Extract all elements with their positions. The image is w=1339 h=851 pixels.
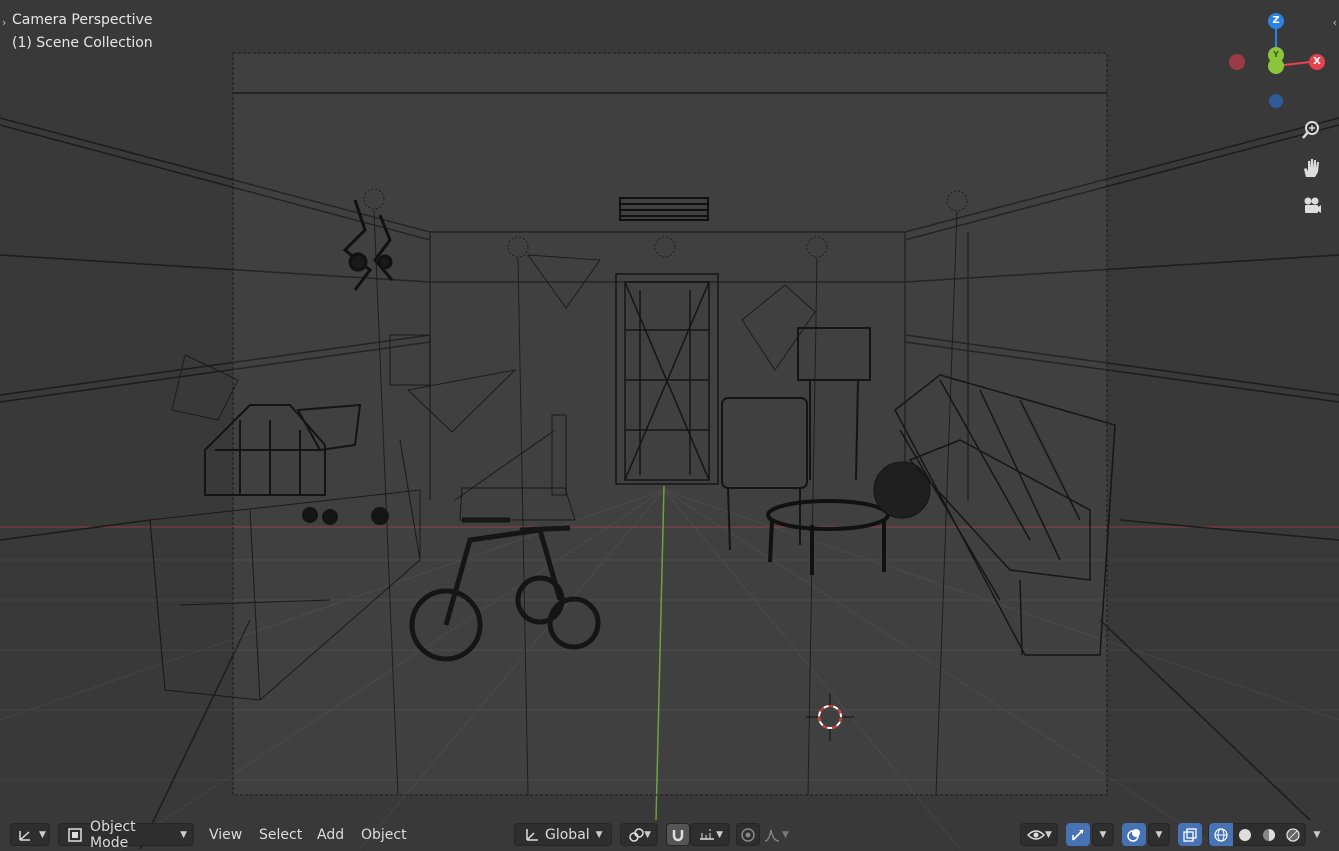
zoom-icon[interactable] [1297, 116, 1325, 144]
ball-model [873, 461, 931, 519]
overlay-options-dropdown[interactable]: ▼ [1148, 823, 1170, 846]
editor-type-dropdown[interactable]: ▼ [10, 823, 50, 846]
snap-increment-icon [697, 825, 716, 845]
orientation-label: Global [545, 826, 590, 843]
xray-toggle-button[interactable] [1178, 823, 1202, 846]
falloff-dropdown[interactable]: ▼ [762, 823, 800, 846]
shading-mode-group [1208, 823, 1306, 846]
eye-visibility-icon [1027, 825, 1045, 845]
gizmo-toggle-icon [1071, 825, 1085, 845]
3d-viewport[interactable] [0, 0, 1339, 849]
overlay-toggle-button[interactable] [1122, 823, 1146, 846]
gizmo-options-dropdown[interactable]: ▼ [1092, 823, 1114, 846]
view-name-label: Camera Perspective [12, 12, 153, 28]
snap-toggle-button[interactable] [666, 823, 690, 846]
gizmo-neg-z-axis[interactable] [1269, 94, 1283, 108]
mode-label: Object Mode [90, 818, 136, 851]
gizmo-y-neg-axis[interactable] [1268, 58, 1284, 74]
menu-object[interactable]: Object [357, 823, 411, 846]
shading-options-dropdown[interactable]: ▼ [1308, 823, 1326, 846]
rendered-shading-icon[interactable] [1281, 825, 1305, 845]
snap-target-dropdown[interactable]: ▼ [690, 823, 730, 846]
sidebar-expand-icon[interactable]: ‹ [1333, 16, 1337, 29]
camera-frame [232, 52, 1108, 796]
menu-select[interactable]: Select [255, 823, 306, 846]
xray-toggle-icon [1183, 825, 1197, 845]
toolbar-expand-icon[interactable]: › [2, 16, 6, 29]
pivot-point-dropdown[interactable]: ▼ [620, 823, 658, 846]
overlay-icon [1127, 825, 1141, 845]
viewport-editor-icon [17, 825, 33, 845]
menu-view[interactable]: View [205, 823, 246, 846]
menu-add[interactable]: Add [313, 823, 348, 846]
visibility-dropdown[interactable]: ▼ [1020, 823, 1058, 846]
viewport-header: ▼ Object Mode ▼ View Select Add Object Gl… [0, 819, 1339, 851]
gizmo-z-axis[interactable]: Z [1268, 13, 1284, 29]
object-mode-icon [65, 825, 84, 845]
transform-orientation-dropdown[interactable]: Global ▼ [514, 823, 612, 846]
snap-magnet-icon [671, 825, 685, 845]
camera-view-icon[interactable] [1297, 192, 1325, 220]
pivot-point-icon [627, 825, 644, 845]
gizmo-x-axis[interactable]: X [1309, 54, 1325, 70]
collection-label: (1) Scene Collection [12, 35, 153, 51]
wireframe-shading-icon[interactable] [1209, 823, 1233, 846]
pan-hand-icon[interactable] [1297, 154, 1325, 182]
solid-shading-icon[interactable] [1233, 825, 1257, 845]
falloff-curve-icon [762, 825, 782, 845]
proportional-edit-button[interactable] [736, 823, 760, 846]
mode-dropdown[interactable]: Object Mode ▼ [58, 819, 194, 851]
gizmo-toggle-button[interactable] [1066, 823, 1090, 846]
material-shading-icon[interactable] [1257, 825, 1281, 845]
gizmo-neg-x-axis[interactable] [1229, 54, 1245, 70]
orientation-axes-icon [521, 825, 541, 845]
proportional-edit-icon [741, 825, 755, 845]
